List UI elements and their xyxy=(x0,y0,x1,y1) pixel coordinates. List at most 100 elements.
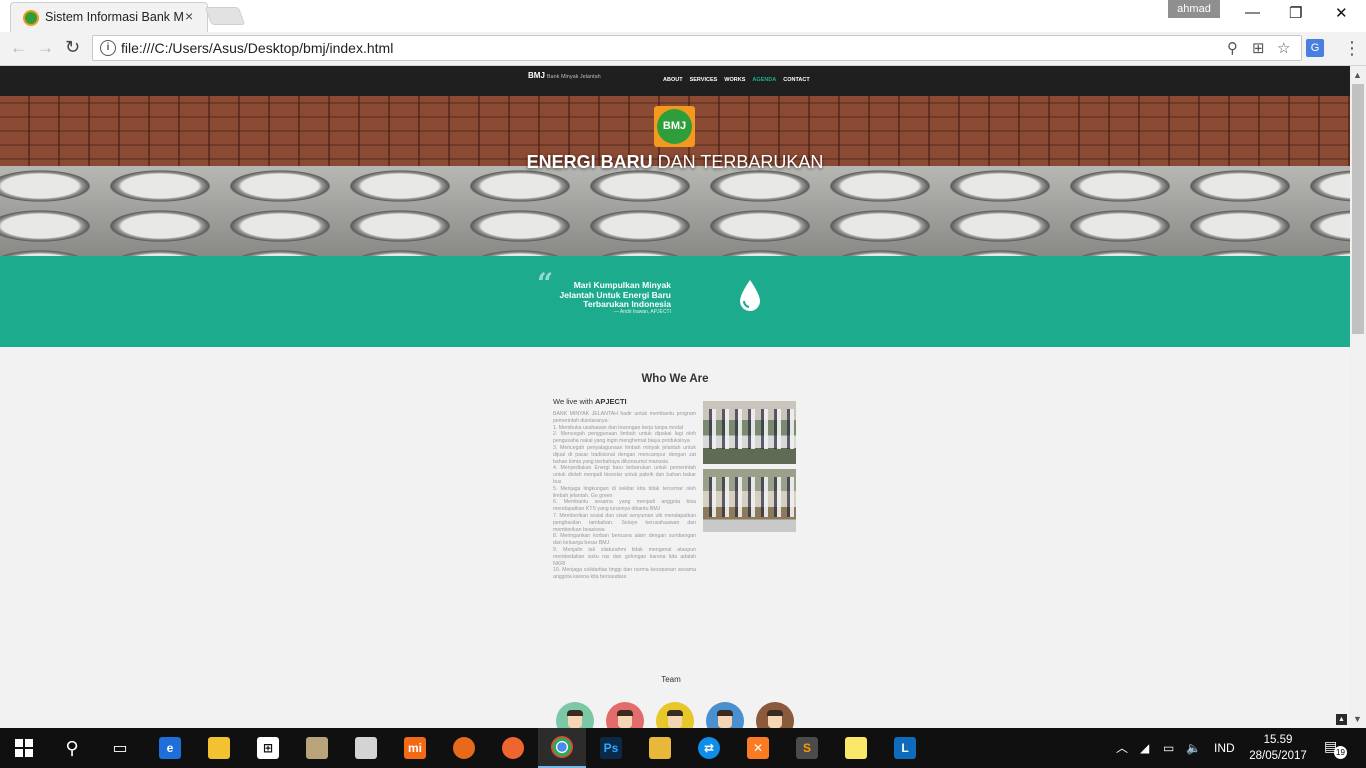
minimize-icon[interactable]: — xyxy=(1245,4,1260,21)
desc-paragraph: 4. Menyediakan Energi baru terbarukan un… xyxy=(553,465,696,485)
hero-logo-mark: BMJ xyxy=(657,109,692,144)
show-hidden-icons[interactable]: ︿ xyxy=(1116,728,1128,768)
nav-works[interactable]: WORKS xyxy=(724,77,745,83)
desc-paragraph: 5. Menjaga lingkungan di sekitar kita ti… xyxy=(553,485,696,499)
photo-people xyxy=(703,409,796,449)
taskbar-app-2[interactable] xyxy=(342,728,390,768)
hero-title: ENERGI BARU DAN TERBARUKAN xyxy=(0,152,1350,173)
site-favicon-icon xyxy=(23,10,39,26)
hero-background-drums xyxy=(0,166,1350,256)
nav-services[interactable]: SERVICES xyxy=(690,77,718,83)
forward-arrow-icon[interactable]: → xyxy=(37,38,54,58)
store-icon: ⊞ xyxy=(257,737,279,759)
nav-contact[interactable]: CONTACT xyxy=(783,77,809,83)
google-translate-extension-icon[interactable]: G xyxy=(1306,39,1324,57)
about-description: BANK MINYAK JELANTAH hadir untuk membant… xyxy=(553,411,696,581)
desc-paragraph: 7. Memberikan sosial dan siswi senyuman … xyxy=(553,512,696,533)
translate-icon[interactable]: ⊞ xyxy=(1252,39,1265,57)
site-nav-links: ABOUT SERVICES WORKS AGENDA CONTACT xyxy=(663,77,810,83)
quote-text: Mari Kumpulkan Minyak Jelantah Untuk Ene… xyxy=(559,280,671,309)
avatar-hair xyxy=(767,710,783,716)
scroll-down-icon[interactable]: ▼ xyxy=(1353,714,1362,724)
taskbar-photoshop[interactable]: Ps xyxy=(587,728,635,768)
team-avatar[interactable] xyxy=(706,702,744,728)
scroll-up-icon[interactable]: ▲ xyxy=(1353,70,1362,80)
taskbar-sticky-notes[interactable] xyxy=(832,728,880,768)
avatar-hair xyxy=(617,710,633,716)
taskbar-lync[interactable]: L xyxy=(881,728,929,768)
start-button[interactable] xyxy=(0,728,48,768)
scroll-thumb[interactable] xyxy=(1352,84,1364,334)
search-button[interactable]: ⚲ xyxy=(48,728,96,768)
bookmark-star-icon[interactable]: ☆ xyxy=(1277,39,1290,57)
taskbar-chrome[interactable] xyxy=(538,728,586,768)
taskbar-teamviewer[interactable]: ⇄ xyxy=(685,728,733,768)
taskbar-firefox[interactable] xyxy=(440,728,488,768)
input-language[interactable]: IND xyxy=(1214,728,1235,768)
back-arrow-icon[interactable]: ← xyxy=(10,38,27,58)
nav-about[interactable]: ABOUT xyxy=(663,77,683,83)
quote-author: — Andri Irawan, APJECTI xyxy=(613,309,671,315)
taskbar-edge[interactable]: e xyxy=(146,728,194,768)
sticky-notes-icon xyxy=(845,737,867,759)
desc-paragraph: 9. Menjalin tali silaturahmi tidak menge… xyxy=(553,546,696,567)
teamviewer-icon: ⇄ xyxy=(698,737,720,759)
team-avatar[interactable] xyxy=(756,702,794,728)
tab-close-button[interactable]: × xyxy=(185,8,193,24)
restore-icon[interactable]: ❐ xyxy=(1289,4,1302,22)
new-tab-button[interactable] xyxy=(204,7,246,25)
clock-time: 15.59 xyxy=(1263,734,1293,746)
zoom-icon[interactable]: ⚲ xyxy=(1227,39,1238,57)
browser-menu-icon[interactable]: ⋮ xyxy=(1343,38,1361,59)
taskbar-app-1[interactable] xyxy=(293,728,341,768)
desc-paragraph: 3. Mencegah penyalagunaan limbah minyak … xyxy=(553,444,696,465)
nav-agenda[interactable]: AGENDA xyxy=(752,77,776,83)
team-avatar[interactable] xyxy=(656,702,694,728)
site-navbar: BMJ Bank Minyak Jelantah ABOUT SERVICES W… xyxy=(0,66,1350,96)
xampp-icon: ✕ xyxy=(747,737,769,759)
app-icon xyxy=(355,737,377,759)
profile-name[interactable]: ahmad xyxy=(1168,0,1220,18)
page-scrollbar[interactable]: ▲ ▼ xyxy=(1350,66,1366,728)
taskbar-app-4[interactable] xyxy=(636,728,684,768)
taskbar-file-explorer[interactable] xyxy=(195,728,243,768)
battery-icon[interactable]: ▭ xyxy=(1163,728,1174,768)
url-text[interactable]: file:///C:/Users/Asus/Desktop/bmj/index.… xyxy=(121,40,393,56)
system-clock[interactable]: 15.59 28/05/2017 xyxy=(1248,732,1308,764)
windows-logo-icon xyxy=(15,739,33,757)
address-bar[interactable]: i file:///C:/Users/Asus/Desktop/bmj/inde… xyxy=(92,35,1302,61)
taskbar-app-3[interactable] xyxy=(489,728,537,768)
taskbar-store[interactable]: ⊞ xyxy=(244,728,292,768)
sublime-icon: S xyxy=(796,737,818,759)
live-org: APJECTI xyxy=(594,397,627,406)
task-view-button[interactable]: ▭ xyxy=(96,728,144,768)
close-window-icon[interactable]: ✕ xyxy=(1335,4,1348,22)
taskbar-xampp[interactable]: ✕ xyxy=(734,728,782,768)
app-icon xyxy=(502,737,524,759)
edge-icon: e xyxy=(159,737,181,759)
info-icon[interactable]: i xyxy=(100,40,116,56)
network-icon[interactable]: ◢ xyxy=(1140,728,1149,768)
avatar-hair xyxy=(717,710,733,716)
taskbar-mi[interactable]: mi xyxy=(391,728,439,768)
volume-icon[interactable]: 🔈 xyxy=(1186,728,1201,768)
photo-people xyxy=(703,477,796,517)
notification-count: 19 xyxy=(1334,746,1347,759)
app-icon xyxy=(306,737,328,759)
windows-taskbar: ⚲ ▭ e ⊞ mi Ps ⇄ ✕ S L ︿ ◢ ▭ 🔈 IND 15.59 … xyxy=(0,728,1366,768)
back-to-top-button[interactable]: ▲ xyxy=(1336,714,1347,725)
we-live-with: We live with APJECTI xyxy=(553,397,627,406)
site-brand[interactable]: BMJ Bank Minyak Jelantah xyxy=(528,71,601,80)
team-avatar[interactable] xyxy=(606,702,644,728)
browser-toolbar: ← → ↻ i file:///C:/Users/Asus/Desktop/bm… xyxy=(0,32,1366,66)
hero-title-bold: ENERGI BARU xyxy=(526,152,653,172)
team-title: Team xyxy=(661,675,681,684)
team-avatar[interactable] xyxy=(556,702,594,728)
taskbar-sublime[interactable]: S xyxy=(783,728,831,768)
desc-paragraph: BANK MINYAK JELANTAH hadir untuk membant… xyxy=(553,411,696,424)
folder-icon xyxy=(208,737,230,759)
reload-icon[interactable]: ↻ xyxy=(65,37,80,58)
browser-tabbar: Sistem Informasi Bank M × ahmad — ❐ ✕ xyxy=(0,0,1366,32)
browser-tab[interactable]: Sistem Informasi Bank M × xyxy=(10,2,208,32)
action-center-button[interactable]: ▤ 19 xyxy=(1324,738,1347,759)
